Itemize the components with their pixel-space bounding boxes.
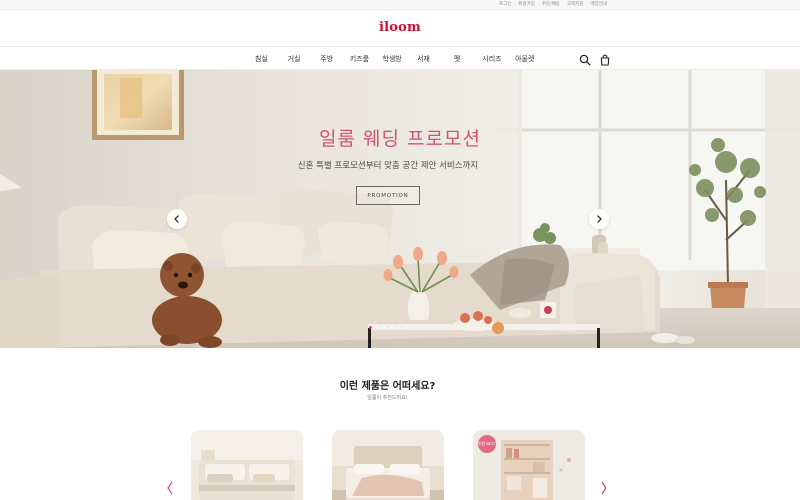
store-info-link[interactable]: 매장안내: [590, 0, 607, 10]
hero-banner[interactable]: [0, 70, 800, 348]
product-image: [332, 430, 444, 500]
hero-next-button[interactable]: [589, 209, 609, 229]
brand-logo[interactable]: iloom: [0, 20, 800, 35]
pagination-dot[interactable]: [383, 326, 386, 329]
pagination-dot[interactable]: [369, 326, 372, 329]
shopping-bag-icon[interactable]: [599, 54, 611, 66]
login-link[interactable]: 로그인: [499, 0, 511, 10]
nav-item-bedroom[interactable]: 침실: [245, 53, 278, 65]
recommend-title: 이런 제품은 어떠세요?: [339, 381, 436, 392]
hero-subtitle: 신혼 특별 프로모션부터 맞춤 공간 제안 서비스까지: [297, 161, 479, 171]
search-icon[interactable]: [579, 54, 591, 66]
order-delivery-link[interactable]: 주문/배송: [542, 0, 560, 10]
hero-living-room-image: [0, 70, 800, 348]
nav-item-outlet[interactable]: 아울렛: [508, 53, 541, 65]
utility-links: 로그인 회원가입 주문/배송 고객지원 매장안내: [499, 0, 607, 10]
main-nav: 침실 거실 주방 키즈룸 학생방 서재 펫 시리즈 아울렛: [245, 53, 541, 65]
hero-prev-button[interactable]: [167, 209, 187, 229]
nav-item-student-room[interactable]: 학생방: [376, 53, 409, 65]
chevron-right-icon[interactable]: [600, 481, 608, 495]
customer-support-link[interactable]: 고객지원: [567, 0, 584, 10]
nav-item-study[interactable]: 서재: [408, 53, 438, 65]
pagination-dot[interactable]: [376, 326, 379, 329]
signup-link[interactable]: 회원가입: [518, 0, 535, 10]
product-card[interactable]: [191, 430, 303, 500]
nav-item-series[interactable]: 시리즈: [475, 53, 508, 65]
best-badge: 추천 BEST: [478, 435, 496, 453]
header-divider: [0, 46, 800, 47]
best-badge-label: 추천 BEST: [478, 440, 496, 446]
nav-item-kitchen[interactable]: 주방: [310, 53, 343, 65]
hero-title: 일룸 웨딩 프로모션: [319, 128, 481, 150]
chevron-right-icon: [597, 215, 602, 223]
hero-pagination: [369, 326, 407, 329]
product-card[interactable]: [332, 430, 444, 500]
nav-item-pet[interactable]: 펫: [438, 53, 475, 65]
chevron-left-icon: [174, 215, 179, 223]
nav-item-kids-room[interactable]: 키즈룸: [343, 53, 376, 65]
chevron-left-icon[interactable]: [166, 481, 174, 495]
nav-item-living-room[interactable]: 거실: [278, 53, 311, 65]
pagination-dot[interactable]: [404, 326, 407, 329]
utility-bar: 로그인 회원가입 주문/배송 고객지원 매장안내: [0, 0, 800, 10]
pagination-dot[interactable]: [397, 326, 400, 329]
promotion-button[interactable]: PROMOTION: [356, 186, 420, 205]
product-image: [191, 430, 303, 500]
pagination-dot[interactable]: [390, 326, 393, 329]
recommend-subtitle: 일룸이 추천드려요!: [367, 395, 408, 401]
product-card[interactable]: 추천 BEST: [473, 430, 585, 500]
